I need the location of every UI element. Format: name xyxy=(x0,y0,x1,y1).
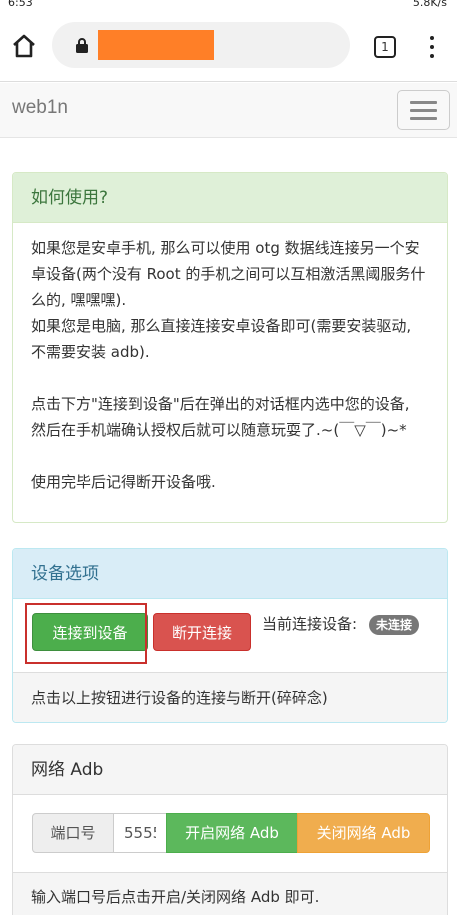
network-adb-controls: 端口号 开启网络 Adb 关闭网络 Adb xyxy=(13,795,447,873)
hamburger-menu-icon[interactable] xyxy=(397,90,450,130)
current-device-label: 当前连接设备: xyxy=(262,615,358,633)
status-time: 6:53 xyxy=(8,0,33,9)
site-navbar: web1n xyxy=(0,83,457,138)
open-network-adb-button[interactable]: 开启网络 Adb xyxy=(166,813,298,853)
browser-toolbar: 1 xyxy=(0,14,457,82)
tab-switcher-button[interactable]: 1 xyxy=(374,36,396,58)
howto-line: 如果您是安卓手机, 那么可以使用 otg 数据线连接另一个安卓设备(两个没有 R… xyxy=(31,239,426,309)
howto-panel: 如何使用? 如果您是安卓手机, 那么可以使用 otg 数据线连接另一个安卓设备(… xyxy=(12,172,448,523)
howto-title: 如何使用? xyxy=(13,173,447,223)
lock-icon xyxy=(76,38,88,53)
howto-body: 如果您是安卓手机, 那么可以使用 otg 数据线连接另一个安卓设备(两个没有 R… xyxy=(13,223,447,495)
status-net-speed: 5.8K/s xyxy=(412,0,447,9)
port-label: 端口号 xyxy=(32,813,114,853)
network-adb-title: 网络 Adb xyxy=(13,745,447,795)
network-adb-panel: 网络 Adb 端口号 开启网络 Adb 关闭网络 Adb 输入端口号后点击开启/… xyxy=(12,744,448,915)
more-menu-icon[interactable] xyxy=(428,34,436,60)
status-badge: 未连接 xyxy=(369,615,420,635)
url-redaction xyxy=(98,30,214,60)
howto-line: 点击下方"连接到设备"后在弹出的对话框内选中您的设备, 然后在手机端确认授权后就… xyxy=(31,395,410,439)
home-icon[interactable] xyxy=(10,32,38,60)
howto-line: 如果您是电脑, 那么直接连接安卓设备即可(需要安装驱动, 不需要安装 adb). xyxy=(31,317,412,361)
navbar-brand[interactable]: web1n xyxy=(12,97,68,119)
highlight-box xyxy=(25,603,147,664)
device-footer: 点击以上按钮进行设备的连接与断开(碎碎念) xyxy=(13,673,447,722)
howto-line: 使用完毕后记得断开设备哦. xyxy=(31,473,216,491)
close-network-adb-button[interactable]: 关闭网络 Adb xyxy=(297,813,430,853)
status-bar: 6:53 5.8K/s xyxy=(0,0,457,14)
device-title: 设备选项 xyxy=(13,549,447,599)
address-bar[interactable] xyxy=(52,22,350,68)
network-adb-footer: 输入端口号后点击开启/关闭网络 Adb 即可. xyxy=(13,873,447,915)
disconnect-button[interactable]: 断开连接 xyxy=(153,613,251,651)
port-input[interactable] xyxy=(113,813,167,853)
